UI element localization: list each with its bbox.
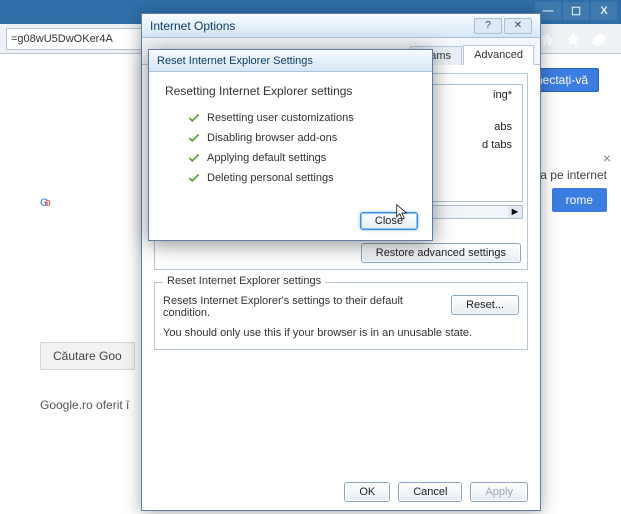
close-button[interactable]: ✕ <box>504 18 532 34</box>
dialog-titlebar[interactable]: Reset Internet Explorer Settings <box>149 50 432 72</box>
window-controls: — ☐ X <box>535 2 617 20</box>
close-button[interactable]: Close <box>360 212 418 230</box>
progress-item: Applying default settings <box>187 148 416 168</box>
progress-label: Resetting user customizations <box>207 112 354 124</box>
browser-toolbar-icons <box>539 32 607 51</box>
checkmark-icon <box>187 111 201 125</box>
help-button[interactable]: ? <box>474 18 502 34</box>
promo-button[interactable]: rome <box>552 188 607 212</box>
progress-label: Deleting personal settings <box>207 172 334 184</box>
gear-icon[interactable] <box>591 32 607 51</box>
checkmark-icon <box>187 131 201 145</box>
close-icon[interactable]: × <box>603 150 611 166</box>
tab-advanced[interactable]: Advanced <box>463 45 534 65</box>
cancel-button[interactable]: Cancel <box>398 482 462 502</box>
progress-item: Disabling browser add-ons <box>187 128 416 148</box>
progress-list: Resetting user customizations Disabling … <box>187 108 416 188</box>
home-icon[interactable] <box>539 32 555 51</box>
progress-item: Resetting user customizations <box>187 108 416 128</box>
ok-button[interactable]: OK <box>344 482 390 502</box>
reset-button[interactable]: Reset... <box>451 295 519 315</box>
google-search-button[interactable]: Căutare Goo <box>40 342 135 370</box>
reset-heading: Resetting Internet Explorer settings <box>165 84 416 98</box>
maximize-button[interactable]: ☐ <box>563 2 589 20</box>
reset-legend: Reset Internet Explorer settings <box>163 275 325 287</box>
close-button[interactable]: X <box>591 2 617 20</box>
apply-button: Apply <box>470 482 528 502</box>
dialog-title: Reset Internet Explorer Settings <box>157 55 313 67</box>
dialog-body: Resetting Internet Explorer settings Res… <box>149 72 432 196</box>
restore-advanced-button[interactable]: Restore advanced settings <box>361 243 521 263</box>
checkmark-icon <box>187 171 201 185</box>
progress-item: Deleting personal settings <box>187 168 416 188</box>
dialog-footer: OK Cancel Apply <box>344 482 528 502</box>
progress-label: Disabling browser add-ons <box>207 132 337 144</box>
checkmark-icon <box>187 151 201 165</box>
progress-label: Applying default settings <box>207 152 326 164</box>
reset-group: Reset Internet Explorer settings Resets … <box>154 282 528 350</box>
dialog-titlebar[interactable]: Internet Options ? ✕ <box>142 14 540 38</box>
reset-description: Resets Internet Explorer's settings to t… <box>163 295 441 319</box>
dialog-title: Internet Options <box>150 19 235 33</box>
favorite-icon[interactable] <box>565 32 581 51</box>
address-input[interactable] <box>6 28 156 50</box>
scroll-right-icon[interactable]: ► <box>508 206 522 218</box>
reset-note: You should only use this if your browser… <box>163 327 519 339</box>
reset-ie-dialog: Reset Internet Explorer Settings Resetti… <box>148 49 433 241</box>
